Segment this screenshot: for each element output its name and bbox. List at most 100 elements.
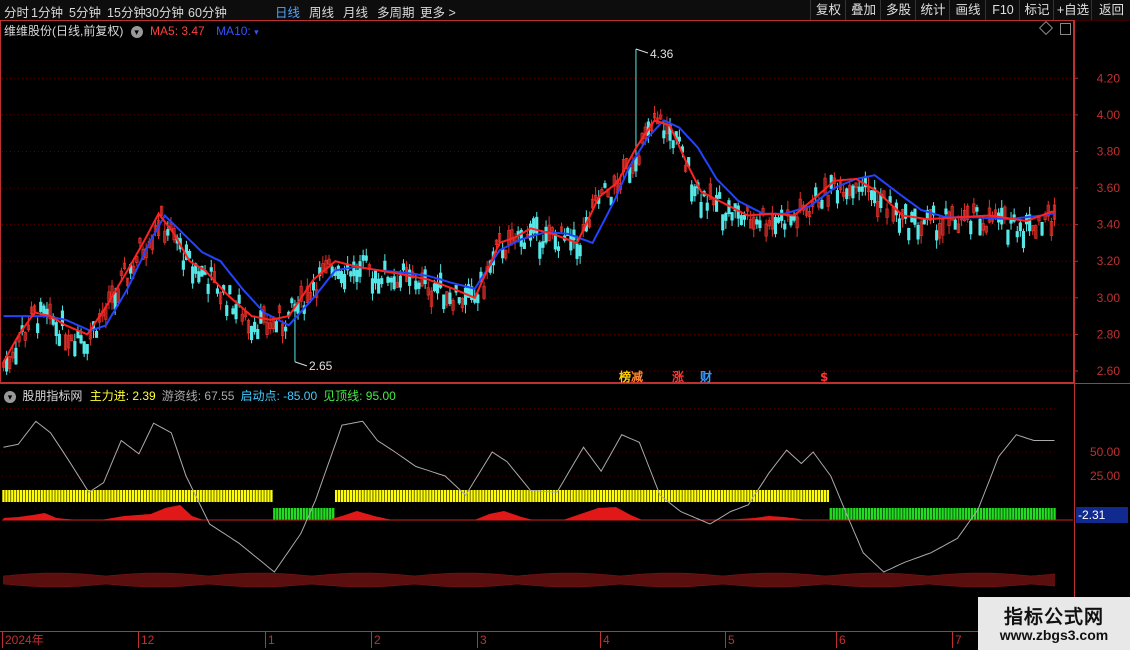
signal-bar-yellow: [667, 490, 671, 502]
candle-body: [380, 278, 384, 285]
signal-bar-yellow: [597, 490, 600, 502]
signal-bar-yellow: [99, 490, 102, 502]
signal-bar-green: [314, 508, 317, 520]
signal-bar-yellow: [258, 490, 261, 502]
signal-bar-green: [279, 508, 282, 520]
signal-bar-yellow: [773, 490, 777, 502]
signal-bar-green: [841, 508, 844, 520]
signal-bar-yellow: [511, 490, 514, 502]
signal-bar-yellow: [626, 490, 629, 502]
signal-bar-green: [985, 508, 988, 520]
signal-bar-yellow: [694, 490, 697, 502]
candle-body: [773, 216, 778, 235]
candle-body: [724, 212, 728, 221]
signal-bar-yellow: [644, 490, 647, 502]
signal-bar-yellow: [199, 490, 202, 502]
signal-bar-green: [941, 508, 944, 520]
signal-bar-yellow: [688, 490, 691, 502]
stock-chart[interactable]: 4.20 4.00 3.80 3.60 3.40 3.20 3.00 2.80 2.60 50.0…: [0, 0, 1130, 650]
candle-body: [556, 246, 561, 251]
signal-bar-yellow: [161, 490, 164, 502]
signal-bar-yellow: [573, 490, 576, 502]
candle-body: [1040, 221, 1044, 236]
watermark-line2: www.zbgs3.com: [999, 627, 1109, 643]
signal-bar-yellow: [526, 490, 529, 502]
signal-bar-yellow: [108, 490, 111, 502]
candle-body: [349, 271, 353, 277]
signal-bar-yellow: [711, 490, 715, 502]
price-tick-label: 3.00: [1097, 291, 1121, 305]
candle-body: [370, 278, 375, 294]
signal-bar-yellow: [700, 490, 703, 502]
low-label: 2.65: [309, 359, 333, 373]
candle-body: [922, 218, 926, 225]
signal-bar-green: [293, 508, 297, 520]
signal-bar-yellow: [220, 490, 223, 502]
signal-bar-yellow: [243, 490, 247, 502]
signal-bar-green: [1012, 508, 1015, 520]
candle-body: [569, 235, 573, 251]
signal-bar-yellow: [811, 490, 815, 502]
signal-bar-yellow: [140, 490, 144, 502]
signal-bar-yellow: [146, 490, 149, 502]
candle-body: [603, 183, 607, 188]
signal-bar-yellow: [358, 490, 361, 502]
signal-bar-yellow: [529, 490, 532, 502]
candle-body: [953, 219, 957, 230]
signal-bar-yellow: [638, 490, 641, 502]
signal-bar-yellow: [414, 490, 417, 502]
signal-bar-yellow: [623, 490, 626, 502]
candle-body: [392, 276, 396, 290]
candle-body: [82, 341, 86, 354]
signal-bar-yellow: [208, 490, 211, 502]
high-pointer: [635, 48, 649, 54]
candle-body: [742, 214, 747, 220]
signal-bar-green: [956, 508, 959, 520]
signal-bar-yellow: [608, 490, 612, 502]
signal-bar-yellow: [464, 490, 467, 502]
signal-bar-yellow: [234, 490, 238, 502]
signal-bar-yellow: [429, 490, 432, 502]
candle-body: [284, 326, 288, 332]
signal-bar-yellow: [443, 490, 447, 502]
signal-bar-yellow: [11, 490, 14, 502]
signal-bar-yellow: [747, 490, 750, 502]
candle-body: [398, 275, 402, 288]
signal-bar-yellow: [611, 490, 615, 502]
signal-bar-yellow: [741, 490, 744, 502]
signal-bar-yellow: [28, 490, 32, 502]
window-toggle-icon[interactable]: [1060, 23, 1071, 35]
signal-bar-yellow: [744, 490, 747, 502]
signal-bar-green: [1038, 508, 1041, 520]
signal-bar-yellow: [455, 490, 459, 502]
signal-bar-green: [914, 508, 918, 520]
candle-body: [54, 322, 58, 337]
candle-body: [532, 218, 536, 234]
signal-bar-yellow: [134, 490, 138, 502]
signal-bar-yellow: [334, 490, 338, 502]
signal-bar-yellow: [564, 490, 567, 502]
signal-bar-yellow: [352, 490, 356, 502]
candle-body: [916, 225, 920, 240]
signal-bar-yellow: [808, 490, 812, 502]
time-tick-label: 6: [839, 633, 846, 647]
signal-bar-yellow: [152, 490, 155, 502]
signal-bar-yellow: [49, 490, 52, 502]
signal-bar-yellow: [697, 490, 700, 502]
signal-bar-green: [1006, 508, 1009, 520]
signal-bar-yellow: [523, 490, 526, 502]
signal-bar-yellow: [58, 490, 61, 502]
signal-bar-green: [926, 508, 930, 520]
signal-bar-green: [273, 508, 276, 520]
signal-bar-yellow: [673, 490, 676, 502]
signal-bar-yellow: [576, 490, 579, 502]
candle-body: [1015, 231, 1019, 238]
candle-body: [907, 227, 911, 241]
signal-bar-green: [302, 508, 305, 520]
signal-bar-yellow: [249, 490, 252, 502]
current-value-label: -2.31: [1078, 508, 1106, 522]
signal-bar-yellow: [19, 490, 23, 502]
signal-bar-yellow: [426, 490, 429, 502]
event-marker-3: 财: [699, 369, 712, 384]
signal-bar-green: [947, 508, 950, 520]
